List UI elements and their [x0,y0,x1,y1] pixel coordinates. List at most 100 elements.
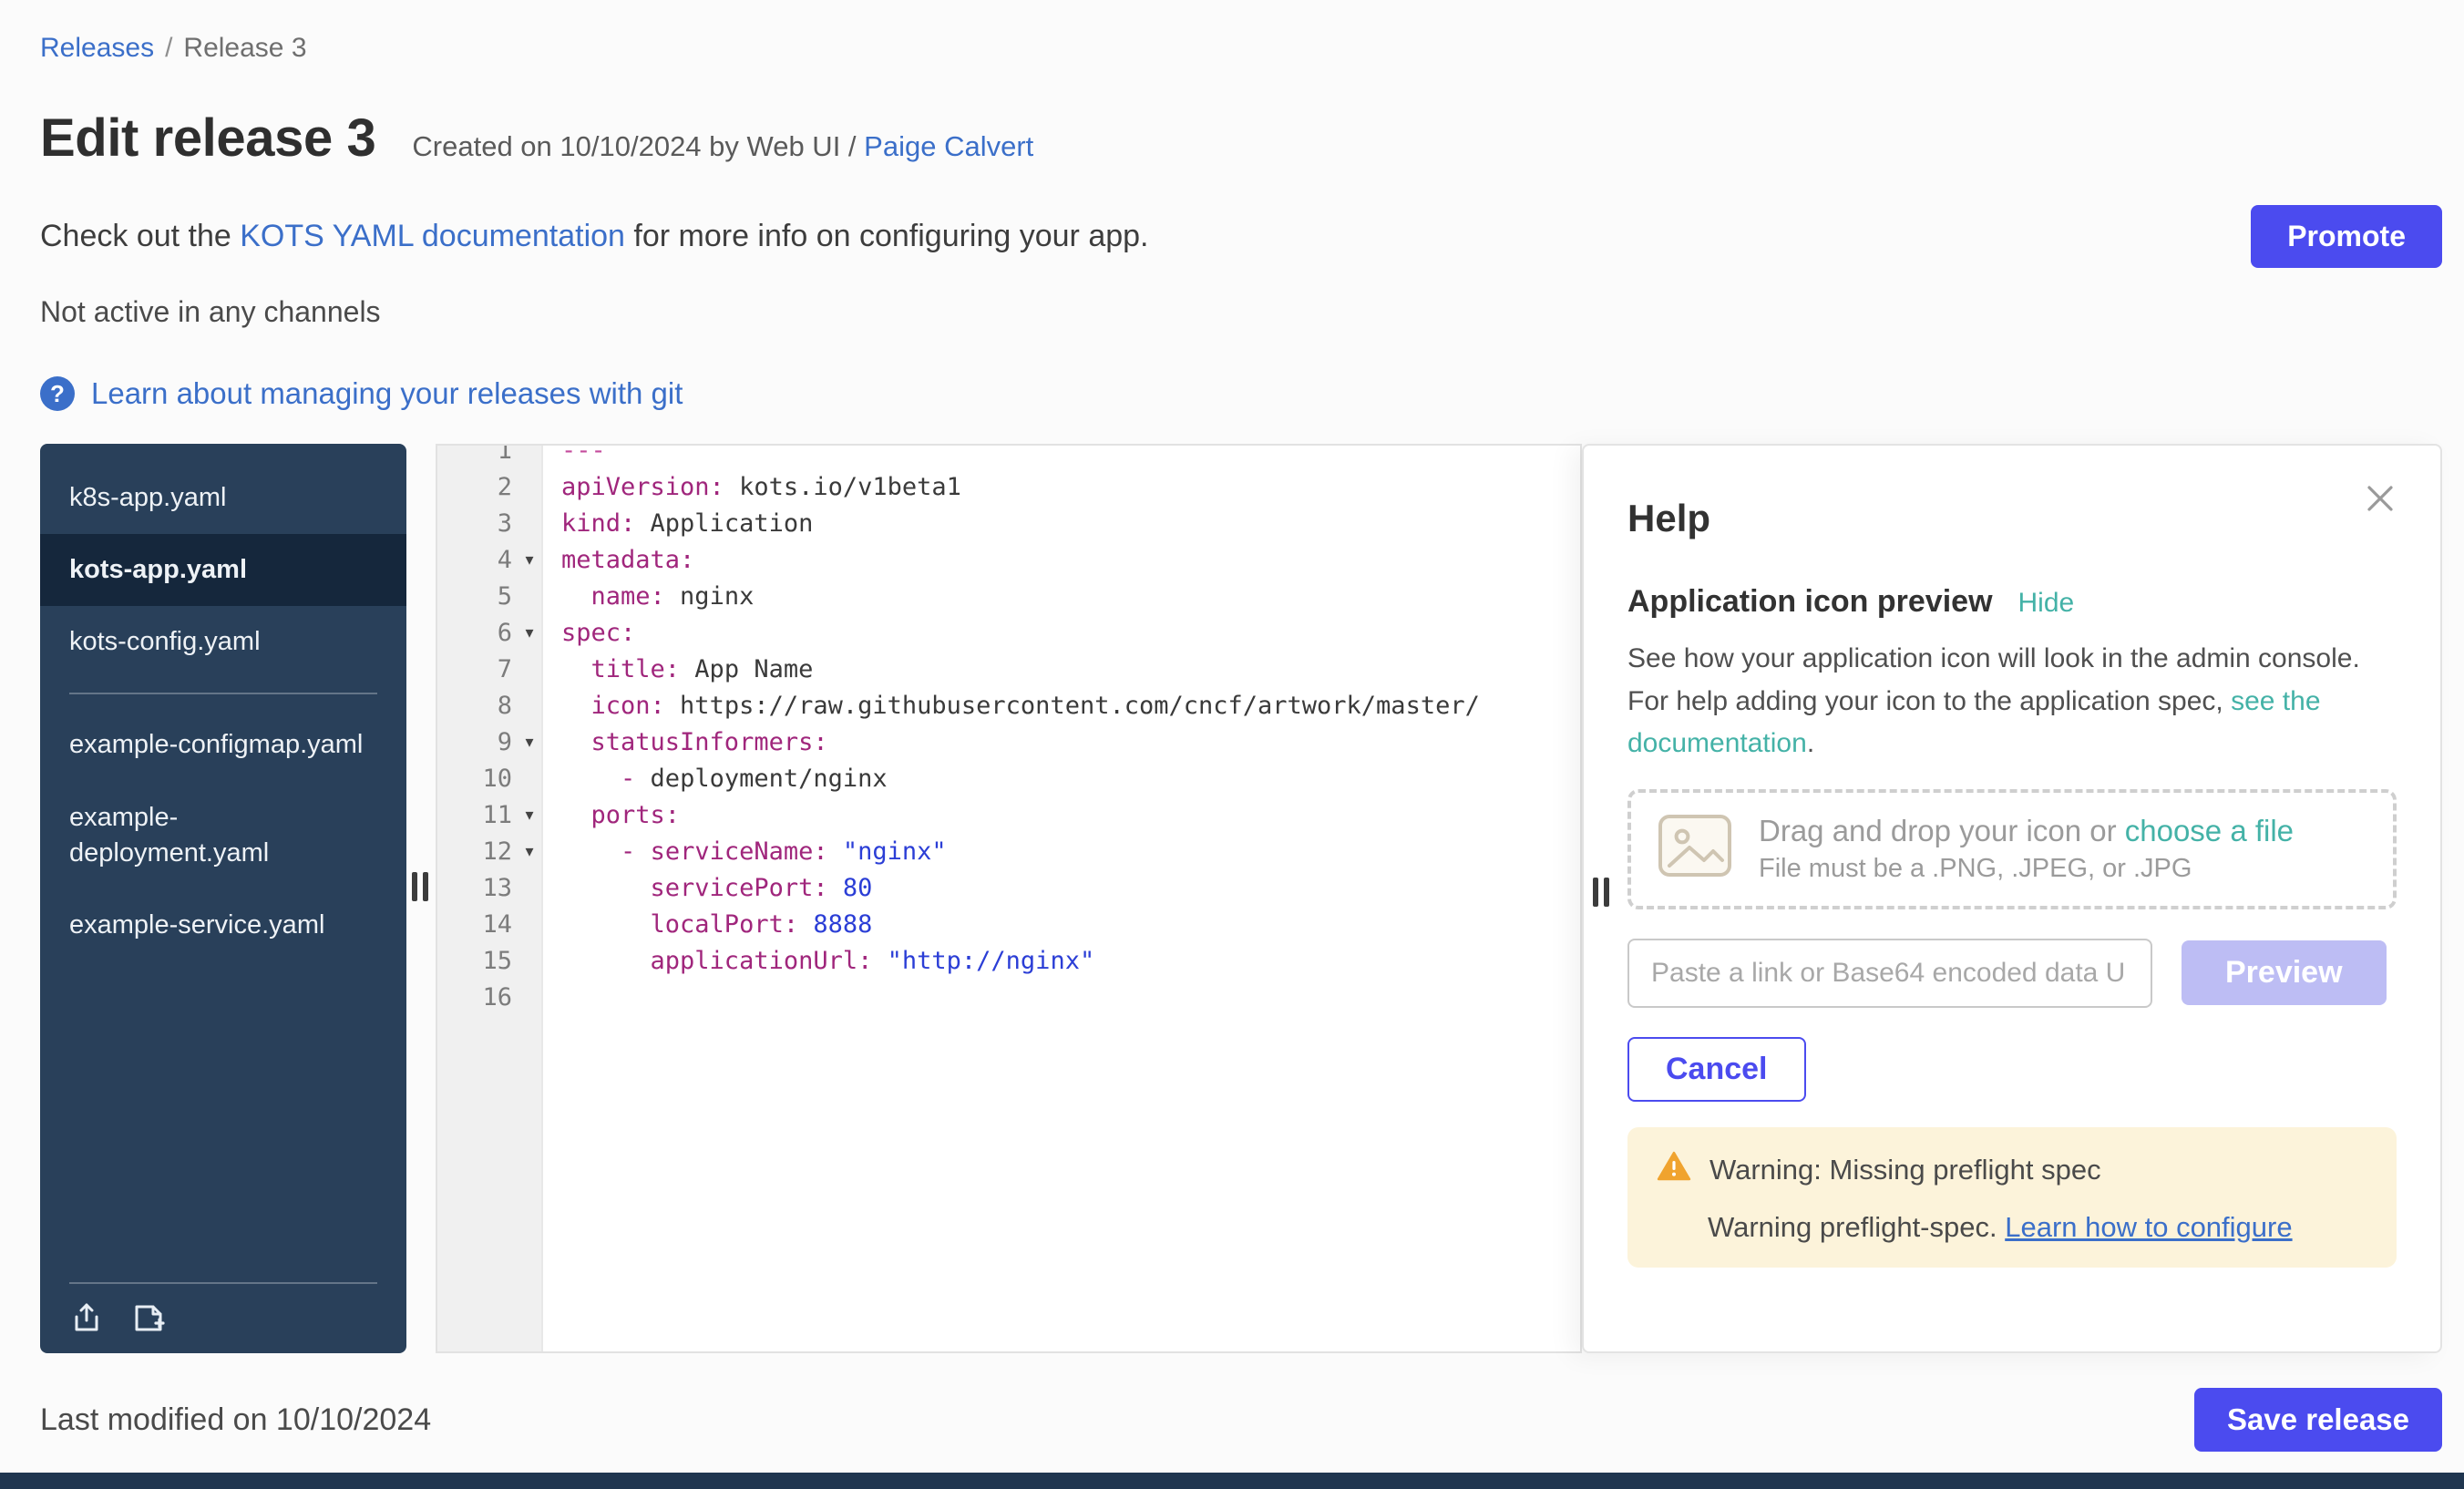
configure-preflight-link[interactable]: Learn how to configure [2005,1211,2292,1243]
code-line-16[interactable]: 16 [437,980,1580,1016]
line-number: 2 [498,469,516,506]
line-number: 3 [498,506,516,542]
sidebar-resize-handle[interactable] [412,872,428,901]
code-line-6[interactable]: 6▾spec: [437,615,1580,652]
cancel-button[interactable]: Cancel [1627,1037,1806,1102]
preview-button[interactable]: Preview [2182,940,2387,1005]
code-text: - deployment/nginx [543,761,888,797]
sidebar-file-kots-app.yaml[interactable]: kots-app.yaml [40,534,406,606]
icon-preview-header: Application icon preview Hide [1627,584,2397,620]
line-number: 12 [482,834,516,870]
sidebar-footer [69,1282,377,1335]
code-line-12[interactable]: 12▾ - serviceName: "nginx" [437,834,1580,870]
breadcrumb-separator: / [165,33,172,63]
breadcrumb: Releases/Release 3 [40,33,2442,64]
code-line-10[interactable]: 10 - deployment/nginx [437,761,1580,797]
bottom-bar [0,1473,2464,1489]
fold-arrow-icon[interactable]: ▾ [516,615,543,652]
workspace: k8s-app.yamlkots-app.yamlkots-config.yam… [40,444,2442,1353]
code-text: spec: [543,615,635,652]
breadcrumb-releases-link[interactable]: Releases [40,33,154,63]
yaml-code-editor[interactable]: 1---2 apiVersion: kots.io/v1beta1 3 kind: A… [436,444,1582,1353]
icon-url-input[interactable] [1627,939,2152,1008]
help-resize-handle[interactable] [1593,878,1609,907]
code-text: name: nginx [543,579,754,615]
code-text: ports: [543,797,680,834]
code-line-8[interactable]: 8 icon: https://raw.githubusercontent.co… [437,688,1580,724]
code-text: apiVersion: kots.io/v1beta1 [543,469,961,506]
git-help-link[interactable]: Learn about managing your releases with … [91,376,683,411]
line-number: 14 [482,907,516,943]
code-line-9[interactable]: 9▾ statusInformers: [437,724,1580,761]
docs-hint: Check out the KOTS YAML documentation fo… [40,219,1149,254]
fold-arrow-icon[interactable]: ▾ [516,542,543,579]
hide-link[interactable]: Hide [2018,588,2075,619]
code-text: - serviceName: "nginx" [543,834,947,870]
icon-dropzone[interactable]: Drag and drop your icon or choose a file… [1627,789,2397,909]
footer-row: Last modified on 10/10/2024 Save release [40,1388,2442,1452]
new-file-icon[interactable] [131,1300,166,1335]
sidebar-file-example-deployment.yaml[interactable]: example-deployment.yaml [40,782,406,889]
line-number: 6 [498,615,516,652]
icon-preview-description: See how your application icon will look … [1627,638,2397,765]
code-line-1[interactable]: 1--- [437,444,1580,469]
help-panel: Help Application icon preview Hide See h… [1582,444,2442,1353]
created-by-link[interactable]: Paige Calvert [864,130,1033,162]
code-text: statusInformers: [543,724,828,761]
line-number: 11 [482,797,516,834]
warning-box: Warning: Missing preflight spec Warning … [1627,1127,2397,1268]
line-number: 16 [482,980,516,1016]
docs-hint-prefix: Check out the [40,219,240,253]
code-line-13[interactable]: 13 servicePort: 80 [437,870,1580,907]
code-line-7[interactable]: 7 title: App Name [437,652,1580,688]
question-mark-icon: ? [40,376,75,411]
kots-docs-link[interactable]: KOTS YAML documentation [240,219,625,253]
description-suffix: . [1807,728,1814,758]
dropzone-text: Drag and drop your icon or choose a file… [1759,814,2294,884]
save-release-button[interactable]: Save release [2194,1388,2442,1452]
warning-text: Warning: Missing preflight spec [1709,1154,2101,1186]
line-number: 8 [498,688,516,724]
code-text: localPort: 8888 [543,907,872,943]
upload-file-icon[interactable] [69,1300,104,1335]
line-number: 15 [482,943,516,980]
code-line-2[interactable]: 2 apiVersion: kots.io/v1beta1 [437,469,1580,506]
code-line-14[interactable]: 14 localPort: 8888 [437,907,1580,943]
code-text: icon: https://raw.githubusercontent.com/… [543,688,1480,724]
sidebar-file-example-configmap.yaml[interactable]: example-configmap.yaml [40,709,406,781]
fold-arrow-icon[interactable]: ▾ [516,834,543,870]
warning-subtext-prefix: Warning preflight-spec. [1708,1211,2005,1243]
file-sidebar: k8s-app.yamlkots-app.yamlkots-config.yam… [40,444,406,1353]
warning-subtext: Warning preflight-spec. Learn how to con… [1657,1211,2367,1244]
fold-arrow-icon[interactable]: ▾ [516,724,543,761]
sidebar-file-example-service.yaml[interactable]: example-service.yaml [40,889,406,961]
created-text: Created on 10/10/2024 by Web UI / [412,130,856,162]
code-text: metadata: [543,542,694,579]
sidebar-file-k8s-app.yaml[interactable]: k8s-app.yaml [40,462,406,534]
promote-button[interactable]: Promote [2251,205,2442,268]
code-line-4[interactable]: 4▾metadata: [437,542,1580,579]
channel-status: Not active in any channels [40,295,2442,329]
choose-file-link[interactable]: choose a file [2125,814,2294,847]
fold-arrow-icon[interactable]: ▾ [516,797,543,834]
last-modified-text: Last modified on 10/10/2024 [40,1402,431,1438]
edit-release-page: Releases/Release 3 Edit release 3 Create… [0,0,2464,1489]
dropzone-prefix: Drag and drop your icon or [1759,814,2125,847]
close-help-icon[interactable] [2364,482,2397,515]
line-number: 10 [482,761,516,797]
line-number: 9 [498,724,516,761]
code-text [543,980,561,1016]
code-line-11[interactable]: 11▾ ports: [437,797,1580,834]
dropzone-hint: File must be a .PNG, .JPEG, or .JPG [1759,854,2294,884]
code-line-3[interactable]: 3 kind: Application [437,506,1580,542]
code-text: servicePort: 80 [543,870,872,907]
code-line-15[interactable]: 15 applicationUrl: "http://nginx" [437,943,1580,980]
code-text: title: App Name [543,652,813,688]
line-number: 13 [482,870,516,907]
code-text: kind: Application [543,506,813,542]
image-placeholder-icon [1657,813,1733,886]
sidebar-file-kots-config.yaml[interactable]: kots-config.yaml [40,606,406,678]
title-row: Edit release 3 Created on 10/10/2024 by … [40,108,2442,169]
code-line-5[interactable]: 5 name: nginx [437,579,1580,615]
git-help-row: ? Learn about managing your releases wit… [40,376,2442,411]
